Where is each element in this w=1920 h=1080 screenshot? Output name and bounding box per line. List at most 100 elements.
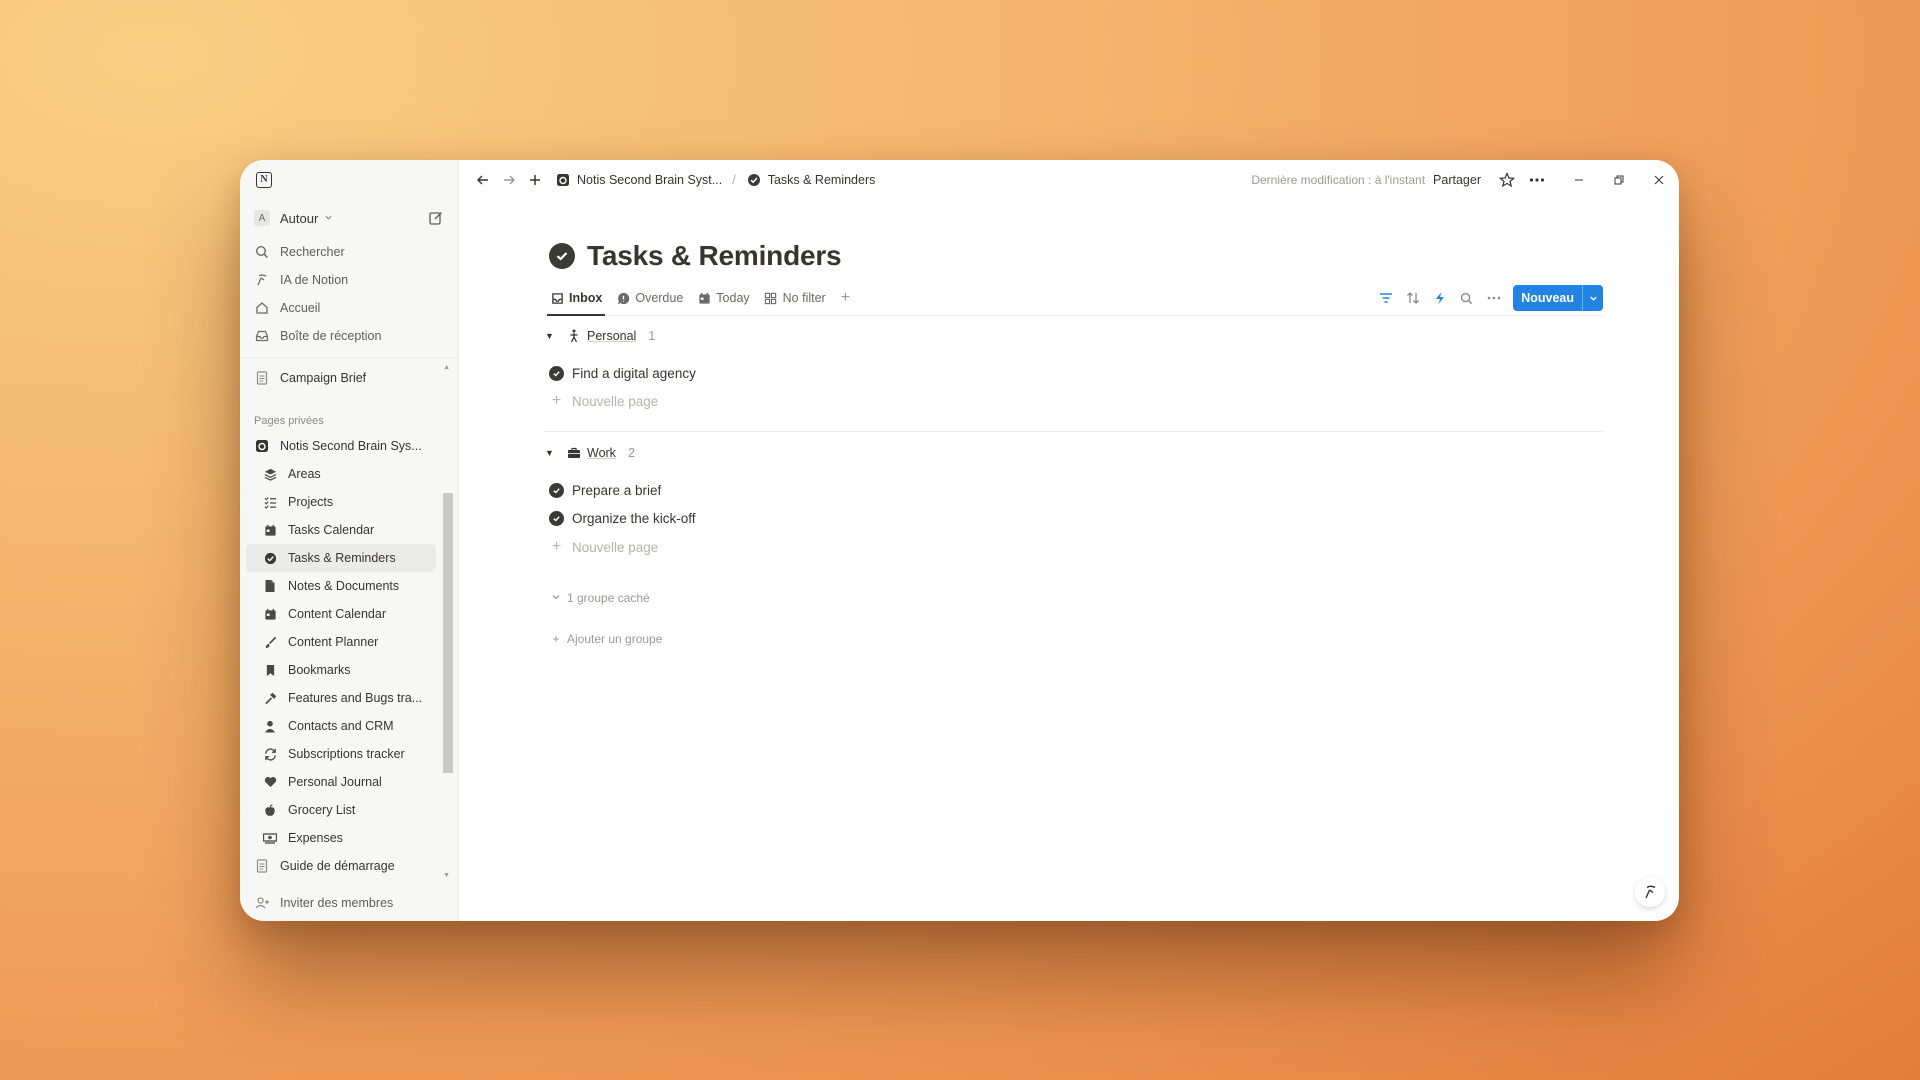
sidebar-scrollbar[interactable] — [443, 493, 453, 773]
hidden-groups-toggle[interactable]: 1 groupe caché — [549, 587, 650, 609]
sidebar-item-notes-documents[interactable]: Notes & Documents — [246, 572, 436, 600]
breadcrumb-item[interactable]: Tasks & Reminders — [768, 173, 876, 187]
restore-icon[interactable] — [1599, 160, 1639, 200]
nav-inbox[interactable]: Boîte de réception — [240, 322, 458, 350]
sidebar-item-label: Contacts and CRM — [288, 719, 394, 733]
invite-label: Inviter des membres — [280, 896, 394, 910]
new-page-button[interactable]: + Nouvelle page — [549, 389, 659, 413]
scroll-down-icon[interactable]: ▼ — [443, 872, 450, 879]
brush-icon — [262, 634, 278, 650]
forward-button[interactable] — [497, 168, 521, 192]
breadcrumb-item[interactable]: Notis Second Brain Syst... — [577, 173, 722, 187]
tab-overdue[interactable]: Overdue — [609, 281, 690, 315]
new-page-icon[interactable] — [428, 210, 444, 226]
add-view-button[interactable]: + — [833, 289, 858, 307]
tab-label: Overdue — [635, 291, 684, 305]
page-title[interactable]: Tasks & Reminders — [587, 240, 842, 272]
share-button[interactable]: Partager — [1433, 173, 1481, 187]
sidebar-item-label: Tasks Calendar — [288, 523, 375, 537]
sidebar-item-projects[interactable]: Projects — [246, 488, 436, 516]
new-page-button[interactable]: + Nouvelle page — [549, 535, 659, 559]
sidebar-item-campaign-brief[interactable]: Campaign Brief — [246, 364, 436, 392]
nav-notion-ai[interactable]: IA de Notion — [240, 266, 458, 294]
notion-logo-icon[interactable]: N — [256, 172, 272, 188]
sidebar-item-getting-started[interactable]: Guide de démarrage — [246, 852, 436, 880]
home-icon — [254, 300, 270, 316]
minimize-icon[interactable] — [1559, 160, 1599, 200]
check-circle-icon — [549, 510, 564, 526]
toggle-triangle-icon[interactable]: ▼ — [545, 331, 559, 341]
close-icon[interactable] — [1639, 160, 1679, 200]
notion-ai-help-button[interactable] — [1635, 877, 1665, 907]
tab-today[interactable]: Today — [690, 281, 756, 315]
new-page-label: Nouvelle page — [572, 539, 659, 555]
sidebar-item-label: Expenses — [288, 831, 343, 845]
sidebar-item-features-and-bugs-tra[interactable]: Features and Bugs tra... — [246, 684, 436, 712]
toggle-triangle-icon[interactable]: ▼ — [545, 448, 559, 458]
back-button[interactable] — [471, 168, 495, 192]
sidebar-item-personal-journal[interactable]: Personal Journal — [246, 768, 436, 796]
add-group-button[interactable]: + Ajouter un groupe — [549, 628, 662, 650]
chevron-down-icon[interactable] — [1582, 285, 1603, 311]
nav-label: Accueil — [280, 301, 321, 315]
breadcrumb: Notis Second Brain Syst... / Tasks & Rem… — [555, 172, 875, 188]
heart-icon — [262, 774, 278, 790]
tab-inbox[interactable]: Inbox — [543, 281, 609, 316]
task-row[interactable]: Organize the kick-off — [549, 506, 696, 530]
workspace-switcher[interactable]: A Autour — [240, 204, 458, 232]
check-circle-icon — [549, 365, 564, 381]
nav-search[interactable]: Rechercher — [240, 238, 458, 266]
filter-icon[interactable] — [1372, 286, 1399, 310]
notion-logo-icon — [254, 438, 270, 454]
sidebar-item-areas[interactable]: Areas — [246, 460, 436, 488]
sidebar-item-label: Personal Journal — [288, 775, 382, 789]
more-icon[interactable] — [1480, 286, 1507, 310]
document-icon — [254, 370, 270, 386]
sidebar-item-tasks-reminders[interactable]: Tasks & Reminders — [246, 544, 436, 572]
person-walking-icon — [567, 329, 581, 343]
new-button[interactable]: Nouveau — [1513, 285, 1603, 311]
tab-no-filter[interactable]: No filter — [757, 281, 833, 315]
scroll-up-icon[interactable]: ▲ — [443, 364, 450, 371]
sidebar-item-label: Tasks & Reminders — [288, 551, 396, 565]
tab-label: Inbox — [569, 291, 603, 305]
task-row[interactable]: Find a digital agency — [549, 361, 696, 385]
new-tab-button[interactable] — [523, 168, 547, 192]
sidebar-item-grocery-list[interactable]: Grocery List — [246, 796, 436, 824]
search-icon[interactable] — [1453, 286, 1480, 310]
sidebar-item-notis-root[interactable]: Notis Second Brain Sys... — [246, 432, 436, 460]
search-icon — [254, 244, 270, 260]
star-icon[interactable] — [1495, 168, 1519, 192]
task-row[interactable]: Prepare a brief — [549, 478, 661, 502]
sort-icon[interactable] — [1399, 286, 1426, 310]
group-header-personal[interactable]: ▼ Personal 1 — [543, 324, 655, 348]
sidebar-item-content-calendar[interactable]: Content Calendar — [246, 600, 436, 628]
group-header-work[interactable]: ▼ Work 2 — [543, 441, 635, 465]
sidebar-item-tasks-calendar[interactable]: Tasks Calendar — [246, 516, 436, 544]
document-icon — [254, 858, 270, 874]
sidebar-item-label: Bookmarks — [288, 663, 351, 677]
check-circle-icon[interactable] — [549, 243, 575, 269]
nav-home[interactable]: Accueil — [240, 294, 458, 322]
sidebar-item-expenses[interactable]: Expenses — [246, 824, 436, 852]
sidebar-item-content-planner[interactable]: Content Planner — [246, 628, 436, 656]
group-count: 2 — [627, 446, 635, 460]
sidebar-item-bookmarks[interactable]: Bookmarks — [246, 656, 436, 684]
sidebar-divider — [240, 357, 458, 358]
inbox-icon — [550, 291, 564, 305]
notion-ai-icon — [254, 272, 270, 288]
new-button-label[interactable]: Nouveau — [1513, 285, 1582, 311]
add-group-label: Ajouter un groupe — [567, 632, 663, 646]
invite-members-button[interactable]: Inviter des membres — [240, 885, 458, 921]
sidebar-item-contacts-and-crm[interactable]: Contacts and CRM — [246, 712, 436, 740]
refresh-icon — [262, 746, 278, 762]
sidebar-item-subscriptions-tracker[interactable]: Subscriptions tracker — [246, 740, 436, 768]
workspace-avatar: A — [254, 210, 270, 226]
plus-icon: + — [551, 392, 562, 409]
task-title: Find a digital agency — [572, 365, 696, 381]
sidebar-item-label: Campaign Brief — [280, 371, 367, 385]
more-icon[interactable] — [1525, 168, 1549, 192]
section-label-private[interactable]: Pages privées — [240, 410, 458, 432]
person-icon — [262, 718, 278, 734]
automation-icon[interactable] — [1426, 286, 1453, 310]
